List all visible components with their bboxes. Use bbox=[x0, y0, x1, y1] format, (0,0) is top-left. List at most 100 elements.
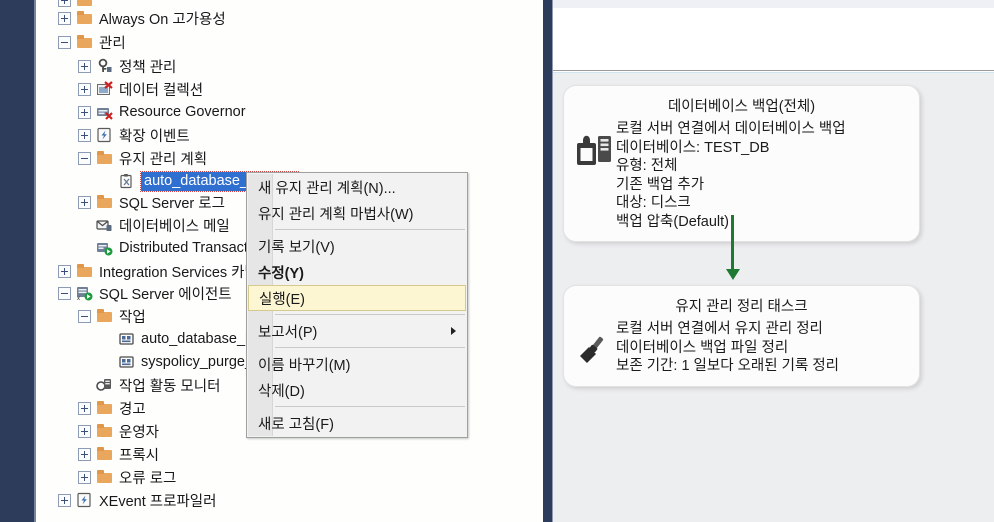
collapse-minus-icon[interactable] bbox=[58, 286, 71, 300]
data-collection-icon bbox=[96, 81, 113, 97]
database-mail-icon bbox=[96, 217, 113, 233]
tree-item-label: XEvent 프로파일러 bbox=[99, 493, 217, 510]
tree-item-label: Resource Governor bbox=[119, 104, 246, 120]
tree-item-[interactable]: 운영자 bbox=[36, 419, 162, 443]
expand-plus-icon[interactable] bbox=[78, 424, 91, 438]
tree-item-label: SQL Server 에이전트 bbox=[99, 286, 232, 303]
tree-item-label: 관리 bbox=[99, 35, 126, 52]
tree-item-[interactable]: 정책 관리 bbox=[36, 54, 179, 78]
task-line: 데이터베이스: TEST_DB bbox=[616, 139, 770, 156]
expand-plus-icon[interactable] bbox=[58, 493, 71, 507]
job-icon bbox=[118, 354, 135, 370]
designer-subplan-area bbox=[553, 8, 994, 71]
tree-item-label: SQL Server 로그 bbox=[119, 195, 225, 212]
tree-item-[interactable]: 오류 로그 bbox=[36, 465, 179, 489]
flow-connector-line bbox=[731, 215, 734, 271]
expand-plus-icon[interactable] bbox=[78, 470, 91, 484]
tree-item-[interactable]: 관리 bbox=[36, 30, 129, 54]
expand-plus-icon[interactable] bbox=[78, 82, 91, 96]
menu-item[interactable]: 새로 고침(F) bbox=[248, 410, 466, 436]
menu-item[interactable]: 수정(Y) bbox=[248, 259, 466, 285]
menu-item[interactable]: 실행(E) bbox=[248, 285, 466, 311]
tree-item-resource-governor[interactable]: Resource Governor bbox=[36, 100, 249, 124]
expand-plus-icon[interactable] bbox=[78, 128, 91, 142]
tree-item-label: 데이터베이스 메일 bbox=[119, 218, 230, 235]
menu-item-label: 보고서(P) bbox=[258, 324, 318, 341]
expand-plus-icon[interactable] bbox=[78, 195, 91, 209]
tree-item-distributed-transaction[interactable]: Distributed Transaction bbox=[36, 236, 270, 260]
designer-canvas[interactable]: 데이터베이스 백업(전체) 로컬 서버 연결에서 데이터베이스 백업 데이터베이… bbox=[553, 72, 994, 522]
tree-item-label: 경고 bbox=[119, 401, 146, 418]
tree-item-xevent[interactable]: XEvent 프로파일러 bbox=[36, 488, 219, 512]
tree-item-label: 확장 이벤트 bbox=[119, 128, 190, 145]
maintenance-plan-icon bbox=[118, 173, 135, 189]
pane-divider[interactable] bbox=[543, 0, 552, 522]
tree-item-[interactable]: 작업 bbox=[36, 304, 149, 328]
expand-plus-icon[interactable] bbox=[58, 264, 71, 278]
tree-item-[interactable]: 프록시 bbox=[36, 442, 162, 466]
left-navy-rail bbox=[0, 0, 34, 522]
task-title: 데이터베이스 백업(전체) bbox=[667, 99, 816, 115]
database-backup-icon bbox=[572, 120, 616, 168]
task-box-database-backup[interactable]: 데이터베이스 백업(전체) 로컬 서버 연결에서 데이터베이스 백업 데이터베이… bbox=[563, 85, 920, 242]
tree-item-sql-server[interactable]: SQL Server 로그 bbox=[36, 190, 228, 214]
tree-item-label: 프록시 bbox=[119, 447, 160, 464]
folder-icon bbox=[96, 400, 113, 416]
submenu-arrow-icon bbox=[451, 327, 456, 335]
task-line: 데이터베이스 백업 파일 정리 bbox=[616, 339, 789, 356]
expand-plus-icon[interactable] bbox=[78, 447, 91, 461]
menu-item[interactable]: 기록 보기(V) bbox=[248, 233, 466, 259]
tree-item-[interactable]: 경고 bbox=[36, 396, 149, 420]
expand-plus-icon[interactable] bbox=[78, 59, 91, 73]
tree-item-[interactable]: 데이터베이스 메일 bbox=[36, 213, 233, 237]
menu-item-label: 삭제(D) bbox=[258, 383, 305, 400]
expand-plus-icon[interactable] bbox=[78, 105, 91, 119]
menu-item-label: 수정(Y) bbox=[258, 265, 305, 282]
menu-item[interactable]: 보고서(P) bbox=[248, 318, 466, 344]
tree-item-label: 데이터 컬렉션 bbox=[119, 82, 204, 99]
task-line: 로컬 서버 연결에서 데이터베이스 백업 bbox=[616, 121, 846, 137]
expand-plus-icon[interactable] bbox=[78, 401, 91, 415]
task-box-maintenance-cleanup[interactable]: 유지 관리 정리 태스크 로컬 서버 연결에서 유지 관리 정리 데이터베이스 … bbox=[563, 285, 920, 387]
collapse-minus-icon[interactable] bbox=[78, 151, 91, 165]
menu-item[interactable]: 유지 관리 계획 마법사(W) bbox=[248, 200, 466, 226]
tree-item-[interactable]: 작업 활동 모니터 bbox=[36, 373, 223, 397]
menu-separator bbox=[275, 406, 465, 407]
folder-icon bbox=[96, 150, 113, 166]
expand-plus-icon[interactable] bbox=[58, 11, 71, 25]
menu-separator bbox=[275, 314, 465, 315]
menu-item[interactable]: 삭제(D) bbox=[248, 377, 466, 403]
task-line: 로컬 서버 연결에서 유지 관리 정리 bbox=[616, 321, 823, 337]
menu-item[interactable]: 이름 바꾸기(M) bbox=[248, 351, 466, 377]
tree-item-always-on[interactable]: Always On 고가용성 bbox=[36, 6, 229, 30]
tree-item-[interactable]: 확장 이벤트 bbox=[36, 123, 193, 147]
task-line: 대상: 디스크 bbox=[616, 195, 691, 211]
collapse-minus-icon[interactable] bbox=[58, 35, 71, 49]
tree-item-[interactable]: 데이터 컬렉션 bbox=[36, 77, 206, 101]
collapse-minus-icon[interactable] bbox=[78, 309, 91, 323]
svg-text:x: x bbox=[77, 296, 80, 301]
folder-icon bbox=[76, 263, 93, 279]
extended-events-icon bbox=[96, 127, 113, 143]
folder-icon bbox=[96, 194, 113, 210]
extended-events-icon bbox=[76, 492, 93, 508]
resource-governor-icon bbox=[96, 104, 113, 120]
tree-item-label: 작업 bbox=[119, 309, 146, 326]
task-line: 보존 기간: 1 일보다 오래된 기록 정리 bbox=[616, 358, 840, 374]
menu-item[interactable]: 새 유지 관리 계획(N)... bbox=[248, 174, 466, 200]
tree-item-sql-server[interactable]: x SQL Server 에이전트 bbox=[36, 281, 235, 305]
menu-separator bbox=[275, 347, 465, 348]
context-menu[interactable]: 새 유지 관리 계획(N)... 유지 관리 계획 마법사(W) 기록 보기(V) 수… bbox=[246, 172, 468, 438]
cleanup-brush-icon bbox=[572, 320, 616, 364]
tree-item-label: Always On 고가용성 bbox=[99, 11, 226, 28]
tree-item-label: 운영자 bbox=[119, 424, 160, 441]
task-title: 유지 관리 정리 태스크 bbox=[675, 299, 808, 315]
tree-item-[interactable]: 유지 관리 계획 bbox=[36, 146, 210, 170]
task-line: 유형: 전체 bbox=[616, 158, 678, 174]
menu-item-label: 실행(E) bbox=[259, 291, 306, 308]
